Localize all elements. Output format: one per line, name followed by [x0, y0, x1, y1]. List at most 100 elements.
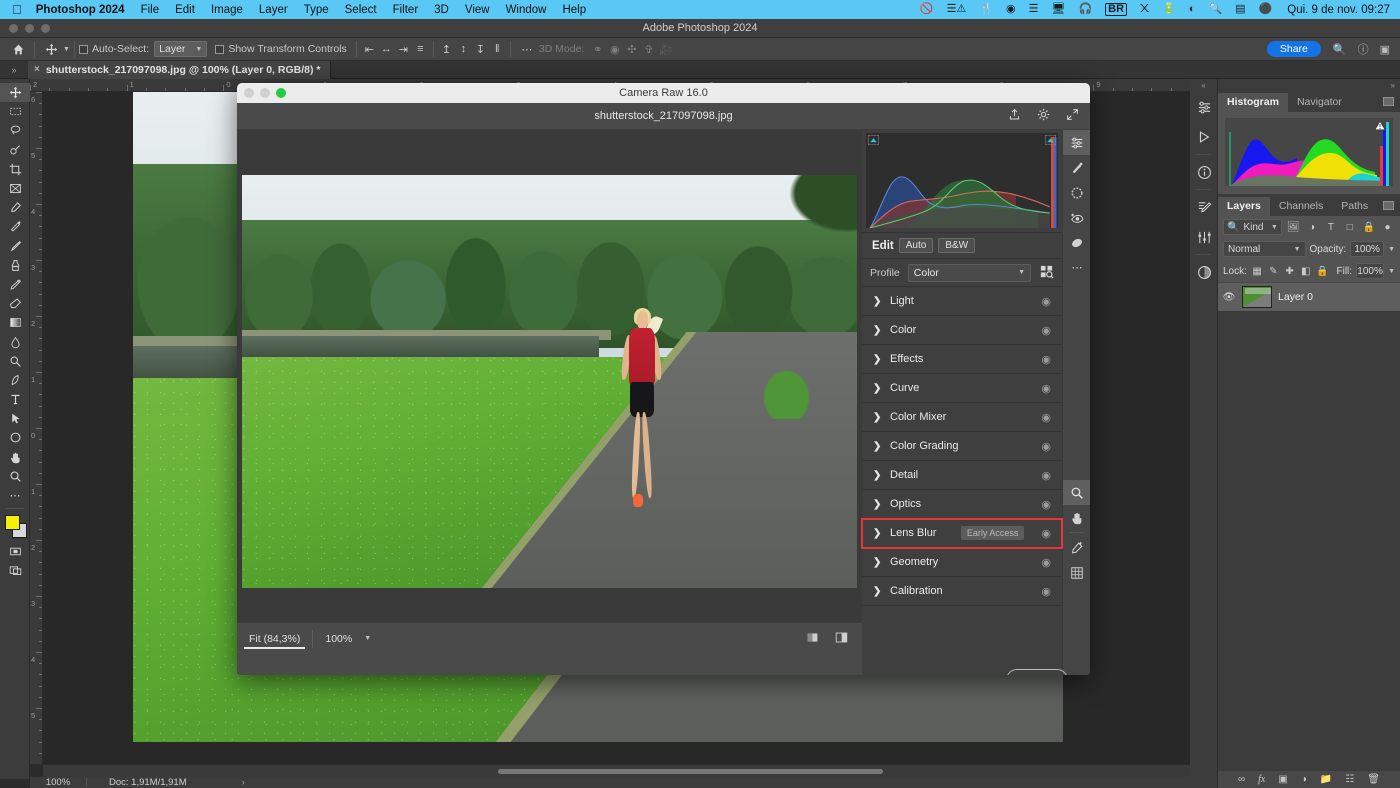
distribute-h-icon[interactable]: ≡ — [412, 41, 429, 58]
image-filter-icon[interactable]: 🖼 — [1286, 219, 1301, 235]
gradient-tool[interactable] — [0, 313, 30, 332]
foreground-color-swatch[interactable] — [5, 515, 20, 530]
auto-select-checkbox[interactable] — [79, 45, 88, 54]
workspace-icon[interactable]: ▣ — [1380, 43, 1390, 56]
presets-tool[interactable] — [1063, 230, 1090, 255]
delete-layer-icon[interactable]: 🗑 — [1367, 774, 1380, 785]
bw-button[interactable]: B&W — [938, 238, 975, 253]
hand-tool[interactable] — [0, 448, 30, 467]
zoom-100-button[interactable]: 100% — [313, 627, 364, 651]
eye-icon[interactable]: 👁 — [1222, 292, 1236, 303]
zoom-fit-button[interactable]: Fit (84,3%) — [237, 627, 312, 651]
highlight-clipping-icon[interactable] — [1045, 135, 1056, 145]
siri-icon[interactable]: ⚫ — [1259, 4, 1273, 15]
layer-name[interactable]: Layer 0 — [1278, 291, 1313, 303]
link-layers-icon[interactable]: ∞ — [1238, 774, 1245, 785]
tab-navigator[interactable]: Navigator — [1288, 93, 1351, 112]
section-effects[interactable]: ❯ Effects ◉ — [862, 345, 1062, 374]
fullscreen-icon[interactable] — [1066, 108, 1079, 124]
eye-icon[interactable]: ◉ — [1041, 527, 1051, 540]
path-selection-tool[interactable] — [0, 409, 30, 428]
status-expand-arrow[interactable]: › — [187, 777, 245, 788]
section-optics[interactable]: ❯ Optics ◉ — [862, 490, 1062, 519]
home-icon[interactable] — [6, 39, 30, 60]
no-entry-icon[interactable]: 🚫 — [920, 4, 934, 15]
blend-mode-dropdown[interactable]: Normal ▼ — [1223, 241, 1306, 257]
menu-file[interactable]: File — [141, 4, 160, 16]
shadow-clipping-icon[interactable] — [868, 135, 879, 145]
auto-select-target-dropdown[interactable]: Layer ▼ — [154, 41, 207, 57]
align-top-icon[interactable]: ↥ — [438, 41, 455, 58]
chevron-down-icon[interactable]: ▼ — [364, 635, 371, 642]
layer-filter-kind-dropdown[interactable]: 🔍 Kind ▼ — [1223, 219, 1282, 235]
color-wheel-icon[interactable] — [1190, 257, 1218, 287]
camera-raw-dialog[interactable]: Camera Raw 16.0 shutterstock_217097098.j… — [237, 83, 1090, 675]
eyedropper-tool[interactable] — [0, 198, 30, 217]
roll-3d-icon[interactable]: ◉ — [606, 41, 623, 58]
new-group-icon[interactable]: 📁 — [1320, 774, 1332, 785]
quick-mask-icon[interactable] — [0, 542, 30, 561]
clipping-warning-icon[interactable] — [1374, 120, 1386, 131]
fx-icon[interactable]: fx — [1258, 774, 1265, 785]
profile-dropdown[interactable]: Color ▼ — [908, 264, 1031, 282]
pen-tool[interactable] — [0, 371, 30, 390]
hand-tool[interactable] — [1063, 505, 1090, 530]
align-center-h-icon[interactable]: ↔ — [378, 41, 395, 58]
stack-icon[interactable]: ☰ — [1029, 4, 1039, 15]
color-swatches[interactable] — [0, 512, 30, 542]
eye-icon[interactable]: ◉ — [1041, 411, 1051, 424]
frame-tool[interactable] — [0, 179, 30, 198]
align-bottom-icon[interactable]: ↧ — [472, 41, 489, 58]
tab-histogram[interactable]: Histogram — [1218, 93, 1288, 112]
menu-edit[interactable]: Edit — [175, 4, 195, 16]
tab-layers[interactable]: Layers — [1218, 197, 1270, 216]
lock-image-icon[interactable]: ✎ — [1267, 263, 1279, 279]
white-balance-tool[interactable] — [1063, 535, 1090, 560]
section-calibration[interactable]: ❯ Calibration ◉ — [862, 577, 1062, 606]
section-curve[interactable]: ❯ Curve ◉ — [862, 374, 1062, 403]
tab-paths[interactable]: Paths — [1332, 197, 1377, 216]
eye-icon[interactable]: ◉ — [1041, 440, 1051, 453]
healing-brush-tool[interactable] — [0, 217, 30, 236]
record-icon[interactable]: ◉ — [1006, 4, 1016, 15]
menu-type[interactable]: Type — [304, 4, 329, 16]
chevron-down-icon[interactable]: ▼ — [1388, 268, 1395, 275]
edit-sliders-tool[interactable] — [1063, 130, 1090, 155]
masking-tool[interactable] — [1063, 180, 1090, 205]
brush-settings-icon[interactable] — [1190, 192, 1218, 222]
eye-icon[interactable]: ◉ — [1041, 353, 1051, 366]
ok-button[interactable]: OK — [1006, 669, 1068, 676]
search-icon[interactable]: 🔍 — [1333, 43, 1347, 56]
more-options-tool[interactable]: ⋯ — [1063, 255, 1090, 280]
actions-play-icon[interactable] — [1190, 122, 1218, 152]
tab-channels[interactable]: Channels — [1270, 197, 1332, 216]
display-icon[interactable]: 🖥 — [1051, 4, 1065, 15]
lock-all-icon[interactable]: 🔒 — [1316, 263, 1328, 279]
ellipse-shape-tool[interactable] — [0, 428, 30, 447]
canvas-horizontal-scrollbar[interactable] — [43, 764, 1190, 777]
layer-row[interactable]: 👁 Layer 0 — [1218, 282, 1400, 311]
type-filter-icon[interactable]: T — [1324, 219, 1339, 235]
smart-object-filter-icon[interactable]: 🔒 — [1361, 219, 1376, 235]
filter-toggle-icon[interactable]: ● — [1380, 219, 1395, 235]
move-tool-preset-caret[interactable]: ▼ — [63, 46, 70, 53]
eye-icon[interactable]: ◉ — [1041, 469, 1051, 482]
pan-3d-icon[interactable]: ✣ — [623, 41, 640, 58]
wifi-icon[interactable]: ◐ — [1189, 4, 1196, 15]
section-color-grading[interactable]: ❯ Color Grading ◉ — [862, 432, 1062, 461]
camera-raw-preview-area[interactable] — [237, 130, 862, 622]
screen-mode-icon[interactable] — [0, 561, 30, 580]
cutlery-icon[interactable]: 🍴 — [979, 4, 993, 15]
zoom-tool[interactable] — [1063, 480, 1090, 505]
info-icon[interactable] — [1190, 157, 1218, 187]
fill-value[interactable]: 100% — [1356, 263, 1384, 279]
panel-menu-icon[interactable] — [1383, 201, 1394, 210]
window-controls[interactable] — [9, 24, 50, 33]
section-color-mixer[interactable]: ❯ Color Mixer ◉ — [862, 403, 1062, 432]
headphones-icon[interactable]: 🎧 — [1078, 4, 1092, 15]
red-eye-tool[interactable] — [1063, 205, 1090, 230]
clone-stamp-tool[interactable] — [0, 256, 30, 275]
chevron-down-icon[interactable]: ▼ — [1388, 246, 1395, 253]
show-transform-checkbox[interactable] — [215, 45, 224, 54]
menu-image[interactable]: Image — [211, 4, 243, 16]
